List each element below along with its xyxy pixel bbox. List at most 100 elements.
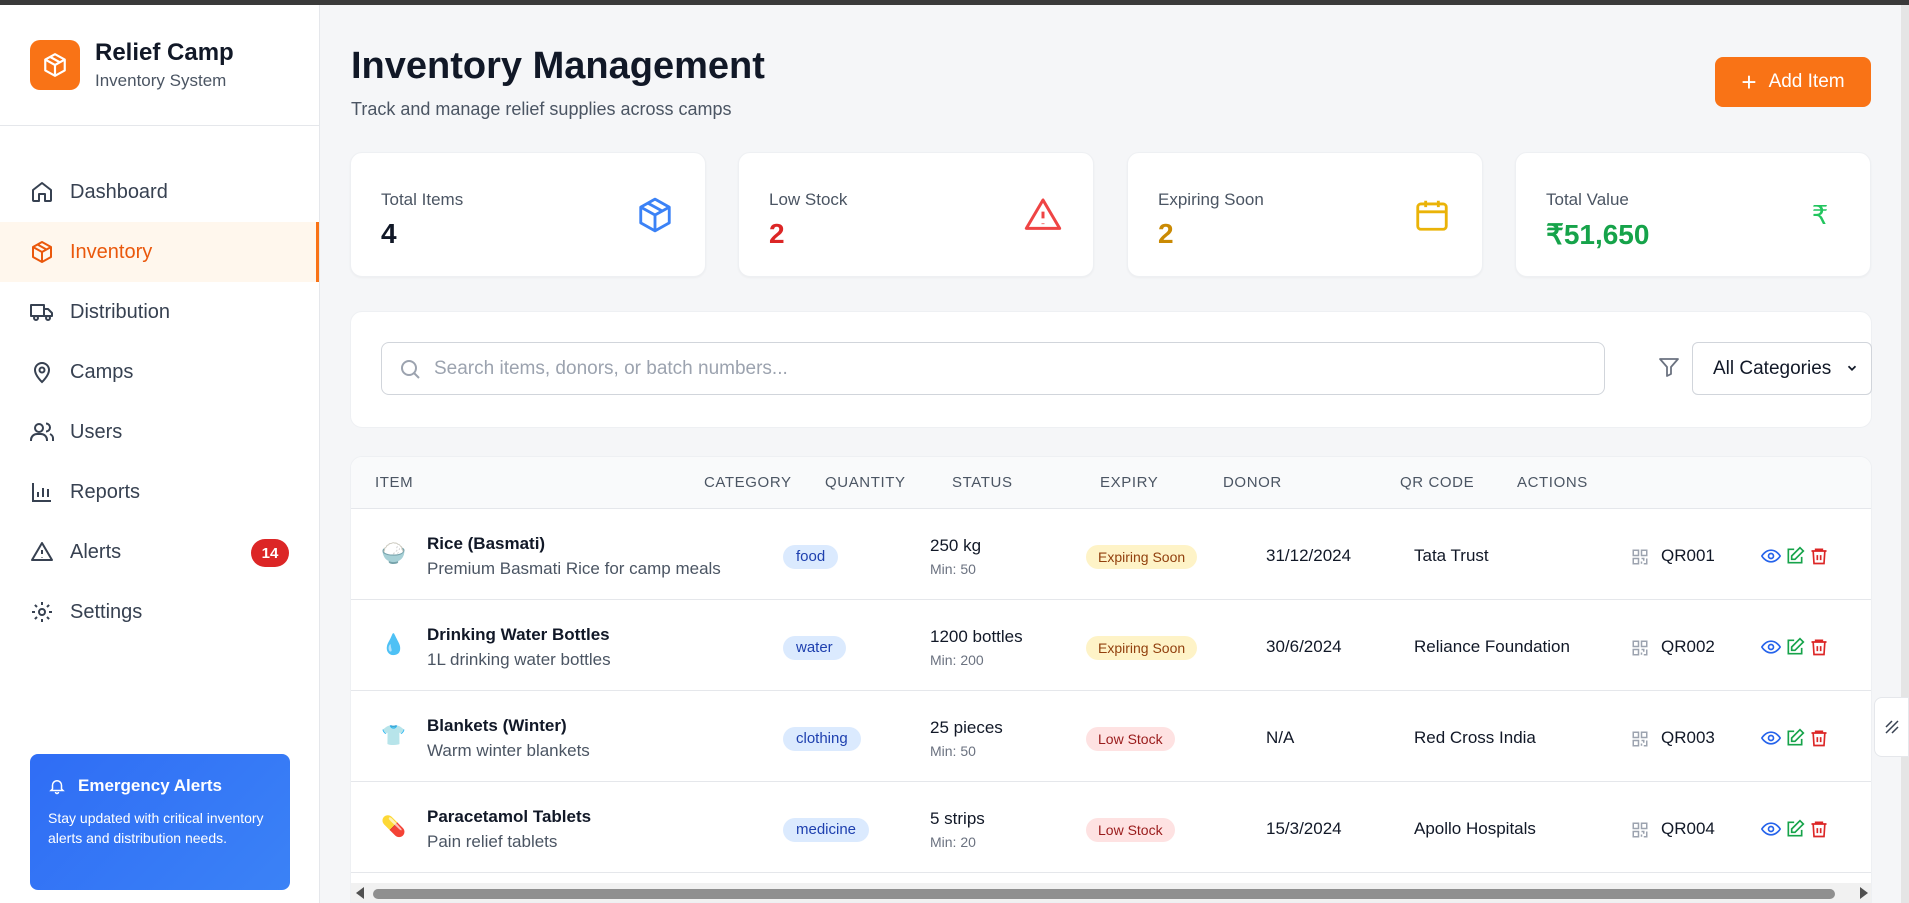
expiry-date: 30/6/2024 — [1266, 637, 1342, 656]
donor-name: Reliance Foundation — [1414, 637, 1570, 656]
sidebar-item-label: Camps — [70, 360, 134, 383]
quantity-min: Min: 20 — [930, 834, 976, 850]
status-badge: Low Stock — [1086, 818, 1175, 842]
sidebar-item-label: Users — [70, 420, 123, 443]
category-select[interactable]: All Categories — [1692, 342, 1872, 395]
map-pin-icon — [33, 362, 51, 384]
table-header: ITEM CATEGORY QUANTITY STATUS EXPIRY DON… — [351, 457, 1871, 509]
emergency-alerts-card[interactable]: Emergency Alerts Stay updated with criti… — [30, 754, 290, 890]
table-row[interactable]: 👕 Blankets (Winter) Warm winter blankets… — [351, 691, 1871, 782]
stat-label: Low Stock — [769, 190, 848, 209]
delete-button[interactable] — [1809, 728, 1829, 748]
qr-code-value: QR001 — [1661, 546, 1715, 565]
quantity-value: 1200 bottles — [930, 627, 1023, 646]
edit-button[interactable] — [1785, 819, 1805, 839]
page-title: Inventory Management — [351, 45, 765, 87]
expiry-date: 15/3/2024 — [1266, 819, 1342, 838]
column-header-item: ITEM — [375, 474, 414, 491]
stat-label: Total Items — [381, 190, 464, 209]
gear-icon — [32, 602, 52, 622]
qr-code-value: QR003 — [1661, 728, 1715, 747]
view-button[interactable] — [1760, 819, 1782, 839]
sidebar-item-reports[interactable]: Reports — [0, 462, 319, 522]
quantity-min: Min: 50 — [930, 561, 976, 577]
quantity-value: 250 kg — [930, 536, 982, 555]
stat-value: ₹51,650 — [1546, 219, 1650, 250]
item-name: Rice (Basmati) — [427, 534, 546, 553]
sidebar-item-dashboard[interactable]: Dashboard — [0, 162, 319, 222]
table-row[interactable]: 💧 Drinking Water Bottles 1L drinking wat… — [351, 600, 1871, 691]
view-button[interactable] — [1760, 728, 1782, 748]
scroll-left-arrow-icon[interactable] — [356, 887, 364, 899]
rupee-icon: ₹ — [1811, 199, 1829, 230]
sidebar-item-settings[interactable]: Settings — [0, 582, 319, 642]
item-description: Warm winter blankets — [427, 741, 590, 760]
sidebar-item-label: Settings — [70, 600, 143, 623]
stat-label: Expiring Soon — [1158, 190, 1264, 209]
table-row[interactable]: 💊 Paracetamol Tablets Pain relief tablet… — [351, 782, 1871, 873]
edit-icon — [1787, 637, 1805, 655]
eye-icon — [1760, 731, 1782, 745]
quantity-min: Min: 200 — [930, 652, 984, 668]
item-name: Drinking Water Bottles — [427, 625, 610, 644]
view-button[interactable] — [1760, 637, 1782, 657]
inventory-table: ITEM CATEGORY QUANTITY STATUS EXPIRY DON… — [350, 456, 1872, 903]
donor-name: Red Cross India — [1414, 728, 1536, 747]
category-badge: clothing — [783, 727, 861, 751]
stat-value: 4 — [381, 218, 397, 249]
qr-code-icon — [1632, 731, 1648, 747]
plus-icon: + — [1741, 67, 1757, 97]
table-row[interactable]: 🍚 Rice (Basmati) Premium Basmati Rice fo… — [351, 509, 1871, 600]
column-header-actions: ACTIONS — [1517, 474, 1588, 491]
filter-icon[interactable] — [1657, 355, 1681, 379]
edit-button[interactable] — [1785, 637, 1805, 657]
brand-logo-icon — [30, 40, 80, 90]
qr-code-value: QR004 — [1661, 819, 1715, 838]
delete-button[interactable] — [1809, 819, 1829, 839]
search-box[interactable] — [381, 342, 1605, 395]
sidebar-item-users[interactable]: Users — [0, 402, 319, 462]
brand: Relief Camp Inventory System — [0, 5, 319, 126]
alert-triangle-icon — [31, 542, 53, 561]
filter-bar: All Categories — [350, 311, 1872, 428]
sidebar-item-alerts[interactable]: Alerts 14 — [0, 522, 319, 582]
category-badge: food — [783, 545, 839, 569]
side-panel-toggle[interactable] — [1874, 697, 1909, 757]
emergency-text: Stay updated with critical inventory ale… — [48, 810, 264, 846]
sidebar-item-camps[interactable]: Camps — [0, 342, 319, 402]
delete-button[interactable] — [1809, 546, 1829, 566]
package-icon — [635, 195, 675, 235]
alerts-count-badge: 14 — [251, 539, 289, 567]
trash-icon — [1811, 730, 1827, 747]
bell-icon — [49, 780, 65, 795]
item-description: Pain relief tablets — [427, 832, 558, 851]
add-item-button[interactable]: + Add Item — [1715, 57, 1871, 107]
scrollbar-thumb[interactable] — [373, 889, 1835, 899]
horizontal-scrollbar[interactable] — [351, 883, 1871, 902]
edit-icon — [1787, 728, 1805, 746]
column-header-donor: DONOR — [1223, 474, 1282, 491]
view-button[interactable] — [1760, 546, 1782, 566]
edit-button[interactable] — [1785, 546, 1805, 566]
sidebar-item-distribution[interactable]: Distribution — [0, 282, 319, 342]
category-badge: water — [783, 636, 846, 660]
sidebar-item-inventory[interactable]: Inventory — [0, 222, 319, 282]
sidebar-item-label: Alerts — [70, 540, 122, 563]
edit-button[interactable] — [1785, 728, 1805, 748]
delete-button[interactable] — [1809, 637, 1829, 657]
stat-value: 2 — [1158, 218, 1174, 249]
donor-name: Apollo Hospitals — [1414, 819, 1536, 838]
item-description: 1L drinking water bottles — [427, 650, 611, 669]
category-select-value: All Categories — [1713, 357, 1832, 379]
users-icon — [30, 422, 54, 441]
scroll-right-arrow-icon[interactable] — [1860, 887, 1868, 899]
donor-name: Tata Trust — [1414, 546, 1489, 565]
column-header-category: CATEGORY — [704, 474, 792, 491]
home-icon — [32, 182, 52, 202]
quantity-min: Min: 50 — [930, 743, 976, 759]
page-subtitle: Track and manage relief supplies across … — [351, 99, 732, 119]
vertical-scrollbar[interactable] — [1901, 5, 1909, 903]
search-input[interactable] — [434, 357, 1584, 380]
stat-label: Total Value — [1546, 190, 1629, 209]
expiry-date: N/A — [1266, 728, 1295, 747]
